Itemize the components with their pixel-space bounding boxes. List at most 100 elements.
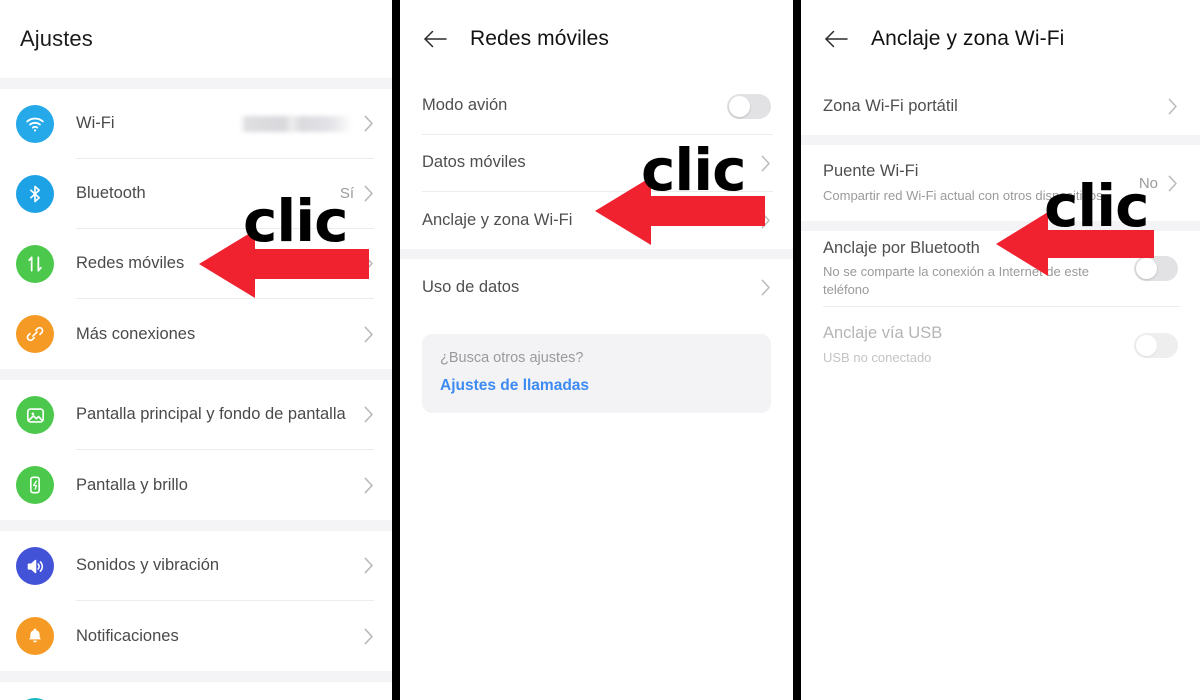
sidebar-item-bluetooth[interactable]: Bluetooth Sí [0,159,392,229]
chevron-right-icon [761,155,771,172]
panel-divider-2 [793,0,801,700]
row-label: Anclaje vía USB [823,324,943,343]
row-text: Zona Wi-Fi portátil [823,96,1168,117]
back-arrow-icon[interactable] [422,26,448,52]
sidebar-item-mas-conexiones[interactable]: Más conexiones [0,299,392,369]
sidebar-item-label: Pantalla principal y fondo de pantalla [76,405,346,424]
sound-speaker-icon [16,547,54,585]
card-question: ¿Busca otros ajustes? [440,350,584,366]
anclaje-bluetooth-toggle[interactable] [1134,256,1178,281]
chevron-right-icon [761,212,771,229]
row-label: Datos móviles [422,153,526,172]
more-connections-link-icon [16,315,54,353]
sidebar-item-notificaciones[interactable]: Notificaciones [0,601,392,671]
sidebar-item-label: Más conexiones [76,324,196,343]
chevron-right-icon [364,326,374,343]
row-label: Uso de datos [422,277,520,296]
chevron-right-icon [364,115,374,132]
modo-avion-toggle[interactable] [727,93,771,119]
toggle-knob [1136,334,1157,356]
panel3-section-bridge: Puente Wi-Fi Compartir red Wi-Fi actual … [801,145,1200,221]
sidebar-item-sonidos[interactable]: Sonidos y vibración [0,531,392,601]
row-datos-moviles[interactable]: Datos móviles [400,135,793,192]
row-anclaje-zona-wifi[interactable]: Anclaje y zona Wi-Fi [400,192,793,249]
row-sublabel: No se comparte la conexión a Internet de… [823,264,1089,298]
section-gap [0,520,392,531]
chevron-right-icon [364,628,374,645]
screenshot-stage: Ajustes Wi-Fi Bluetooth Sí Redes móviles… [0,0,1200,700]
panel3-section-tethering: Anclaje por Bluetooth No se comparte la … [801,231,1200,383]
back-arrow-icon[interactable] [823,26,849,52]
chevron-right-icon [364,406,374,423]
chevron-right-icon [364,255,374,272]
toggle-knob [1136,258,1157,279]
row-inner: Bluetooth Sí [76,159,374,229]
section-gap [400,249,793,259]
row-inner: Anclaje vía USB USB no conectado [823,307,1180,383]
settings-section-display: Pantalla principal y fondo de pantalla P… [0,380,392,520]
row-uso-de-datos[interactable]: Uso de datos [400,259,793,316]
row-label: Anclaje por Bluetooth [823,238,980,257]
chevron-right-icon [364,557,374,574]
sidebar-item-redes-moviles[interactable]: Redes móviles [0,229,392,299]
ajustes-de-llamadas-link[interactable]: Ajustes de llamadas [440,377,753,395]
sidebar-item-label: Sonidos y vibración [76,556,220,575]
row-inner: Modo avión [422,78,773,135]
settings-section-connectivity: Wi-Fi Bluetooth Sí Redes móviles Más con… [0,89,392,369]
chevron-right-icon [1168,175,1178,192]
row-anclaje-bluetooth[interactable]: Anclaje por Bluetooth No se comparte la … [801,231,1200,307]
panel-divider-1 [392,0,400,700]
sidebar-item-label: Redes móviles [76,254,185,273]
sidebar-item-label: Pantalla y brillo [76,475,188,494]
section-gap [0,369,392,380]
row-inner: Datos móviles [422,135,773,192]
chevron-right-icon [761,279,771,296]
anclaje-usb-toggle [1134,332,1178,358]
row-modo-avion[interactable]: Modo avión [400,78,793,135]
toggle-knob [729,95,750,117]
row-inner: Puente Wi-Fi Compartir red Wi-Fi actual … [823,145,1180,221]
wallpaper-image-icon [16,396,54,434]
sidebar-item-label: Notificaciones [76,626,179,645]
settings-section-security-partial [0,682,392,700]
row-inner [76,682,374,700]
row-text: Datos móviles [422,152,761,173]
chevron-right-icon [1168,98,1178,115]
chevron-right-icon [364,185,374,202]
section-gap [0,671,392,682]
row-text: Anclaje y zona Wi-Fi [422,210,761,231]
chevron-right-icon [364,477,374,494]
panel2-title-bar: Redes móviles [400,0,793,78]
row-text: Puente Wi-Fi Compartir red Wi-Fi actual … [823,161,1139,204]
bluetooth-icon [16,175,54,213]
sidebar-item-wifi[interactable]: Wi-Fi [0,89,392,159]
row-text: Anclaje por Bluetooth No se comparte la … [823,238,1134,299]
row-sublabel: USB no conectado [823,349,932,365]
panel3-title-bar: Anclaje y zona Wi-Fi [801,0,1200,78]
row-puente-wifi[interactable]: Puente Wi-Fi Compartir red Wi-Fi actual … [801,145,1200,221]
sidebar-item-pantalla-brillo[interactable]: Pantalla y brillo [0,450,392,520]
row-inner: Uso de datos [422,259,773,316]
row-label: Modo avión [422,96,508,115]
wifi-icon [16,105,54,143]
sidebar-item-pantalla-principal[interactable]: Pantalla principal y fondo de pantalla [0,380,392,450]
row-label: Puente Wi-Fi [823,162,919,181]
row-inner: Zona Wi-Fi portátil [823,78,1180,135]
row-inner: Anclaje por Bluetooth No se comparte la … [823,231,1180,307]
row-inner: Notificaciones [76,601,374,671]
page-title: Anclaje y zona Wi-Fi [871,27,1065,50]
section-gap [801,221,1200,231]
section-gap [0,78,392,89]
row-inner: Anclaje y zona Wi-Fi [422,192,773,249]
row-inner: Pantalla principal y fondo de pantalla [76,380,374,450]
row-zona-wifi-portatil[interactable]: Zona Wi-Fi portátil [801,78,1200,135]
row-label: Anclaje y zona Wi-Fi [422,210,573,229]
row-label: Zona Wi-Fi portátil [823,96,958,115]
row-inner: Wi-Fi [76,89,374,159]
row-inner: Redes móviles [76,229,374,299]
row-inner: Más conexiones [76,299,374,369]
page-title: Ajustes [20,26,93,51]
sidebar-item-security-partial[interactable] [0,682,392,700]
puente-wifi-value: No [1138,174,1158,192]
sidebar-item-label: Bluetooth [76,184,146,203]
